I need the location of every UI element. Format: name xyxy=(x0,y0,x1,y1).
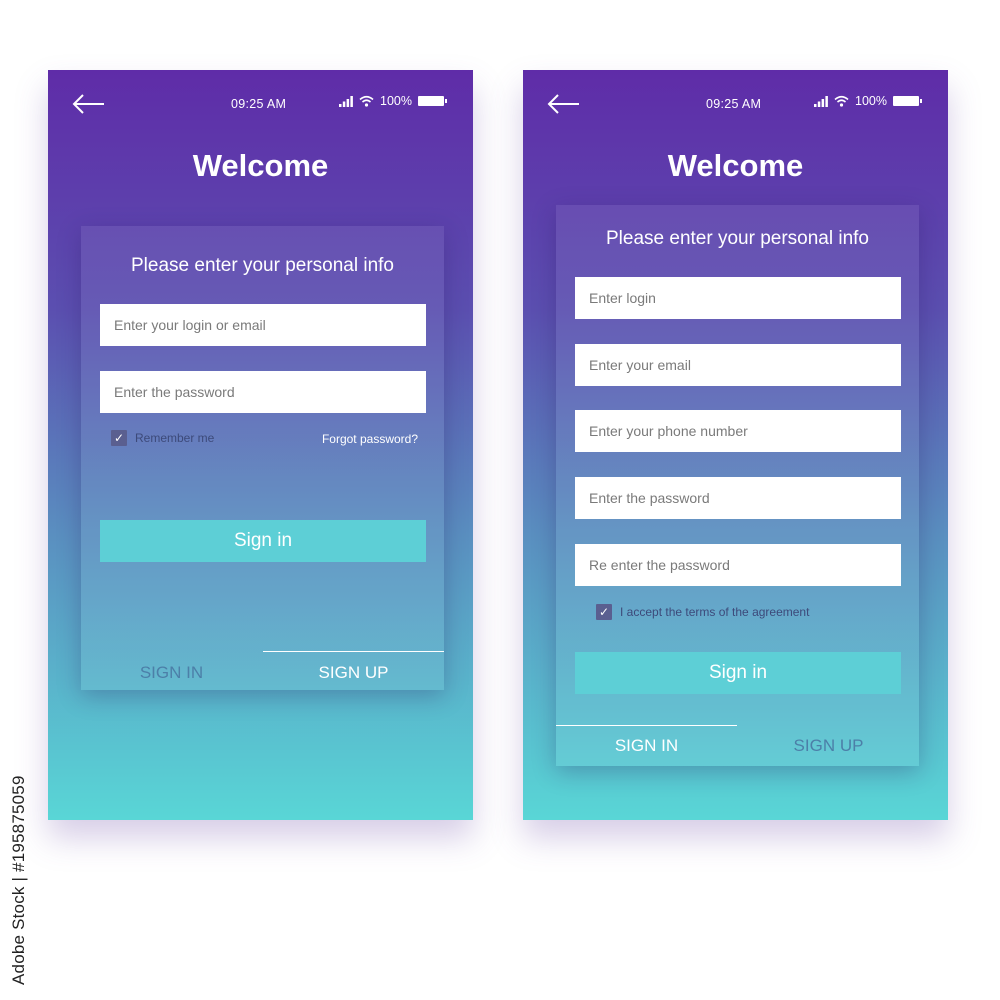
signal-icon xyxy=(339,95,353,107)
page-title: Welcome xyxy=(667,148,804,183)
card-heading: Please enter your personal info xyxy=(606,228,869,249)
email-input[interactable] xyxy=(575,344,901,386)
wifi-icon xyxy=(834,95,849,107)
remember-me-row[interactable]: ✓ Remember me xyxy=(111,430,214,446)
signal-icon xyxy=(814,95,828,107)
checkmark-icon[interactable]: ✓ xyxy=(596,604,612,620)
page-title: Welcome xyxy=(192,148,329,183)
terms-row[interactable]: ✓ I accept the terms of the agreement xyxy=(596,604,809,620)
card-heading: Please enter your personal info xyxy=(131,255,394,276)
sign-in-button[interactable]: Sign in xyxy=(575,652,901,694)
tab-sign-in[interactable]: SIGN IN xyxy=(556,736,737,756)
password-input[interactable] xyxy=(100,371,426,413)
arrow-left-icon[interactable] xyxy=(70,92,106,116)
battery-icon xyxy=(892,96,922,106)
phone-input[interactable] xyxy=(575,410,901,452)
remember-me-label: Remember me xyxy=(135,431,215,445)
login-email-input[interactable] xyxy=(100,304,426,346)
tab-sign-up[interactable]: SIGN UP xyxy=(738,736,919,756)
checkmark-icon[interactable]: ✓ xyxy=(111,430,127,446)
confirm-password-input[interactable] xyxy=(575,544,901,586)
sign-in-button[interactable]: Sign in xyxy=(100,520,426,562)
battery-icon xyxy=(417,96,447,106)
sign-up-card: Please enter your personal info ✓ I acce… xyxy=(556,205,919,766)
sign-up-screen: 09:25 AM 100% Welcome Please enter your … xyxy=(523,70,948,820)
status-indicators: 100% xyxy=(339,94,447,108)
status-time: 09:25 AM xyxy=(231,97,287,111)
sign-in-screen: 09:25 AM 100% Welcome Please enter your … xyxy=(48,70,473,820)
forgot-password-link[interactable]: Forgot password? xyxy=(322,432,418,446)
arrow-left-icon[interactable] xyxy=(545,92,581,116)
sign-in-card: Please enter your personal info ✓ Rememb… xyxy=(81,226,444,690)
battery-level: 100% xyxy=(855,94,887,108)
login-input[interactable] xyxy=(575,277,901,319)
battery-level: 100% xyxy=(380,94,412,108)
stock-credit: Adobe Stock | #195875059 xyxy=(9,775,28,985)
status-time: 09:25 AM xyxy=(706,97,762,111)
terms-label: I accept the terms of the agreement xyxy=(620,605,810,619)
status-indicators: 100% xyxy=(814,94,922,108)
tab-sign-up[interactable]: SIGN UP xyxy=(263,663,444,683)
active-tab-indicator xyxy=(263,651,444,652)
active-tab-indicator xyxy=(556,725,737,726)
wifi-icon xyxy=(359,95,374,107)
password-input[interactable] xyxy=(575,477,901,519)
tab-sign-in[interactable]: SIGN IN xyxy=(81,663,262,683)
